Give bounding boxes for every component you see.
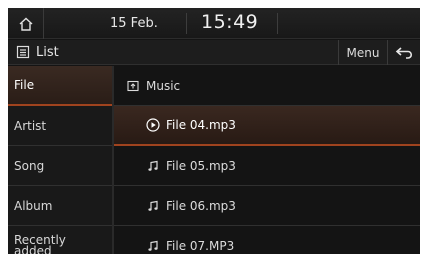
category-label-line2: added: [14, 244, 52, 254]
list-item[interactable]: File 07.MP3: [114, 226, 420, 254]
category-label: Song: [14, 158, 45, 173]
folder-row[interactable]: Music: [114, 66, 420, 106]
category-recently-added[interactable]: Recently added: [8, 226, 112, 254]
category-label: Artist: [14, 118, 47, 133]
infotainment-screen: 15 Feb. 15:49 List Menu File Artist Song: [8, 8, 420, 254]
category-list: File Artist Song Album Recently added: [8, 66, 112, 254]
title-bar: List Menu: [8, 40, 420, 65]
status-bar: 15 Feb. 15:49: [8, 8, 420, 39]
list-item[interactable]: File 04.mp3: [114, 106, 420, 146]
music-note-icon: [146, 199, 160, 213]
back-button[interactable]: [388, 40, 420, 65]
list-icon: [16, 45, 30, 59]
file-list: Music File 04.mp3 File 05.mp3 File 06.mp…: [114, 66, 420, 254]
category-label: Album: [14, 198, 53, 213]
category-artist[interactable]: Artist: [8, 106, 112, 146]
list-item[interactable]: File 05.mp3: [114, 146, 420, 186]
file-name: File 04.mp3: [166, 118, 236, 132]
category-album[interactable]: Album: [8, 186, 112, 226]
home-button[interactable]: [8, 8, 44, 39]
list-item[interactable]: File 06.mp3: [114, 186, 420, 226]
folder-name: Music: [146, 78, 181, 93]
category-song[interactable]: Song: [8, 146, 112, 186]
date-display: 15 Feb.: [110, 16, 158, 31]
page-title: List: [36, 45, 59, 60]
music-note-icon: [146, 239, 160, 253]
divider: [186, 13, 187, 34]
category-label: File: [14, 78, 35, 92]
category-file[interactable]: File: [8, 66, 112, 106]
menu-button[interactable]: Menu: [338, 40, 388, 65]
divider: [277, 13, 278, 34]
home-icon: [19, 17, 32, 31]
file-name: File 06.mp3: [166, 198, 236, 213]
file-name: File 05.mp3: [166, 158, 236, 173]
folder-up-icon: [126, 79, 140, 93]
music-note-icon: [146, 159, 160, 173]
back-arrow-icon: [395, 46, 412, 59]
clock-display: 15:49: [201, 11, 259, 33]
file-name: File 07.MP3: [166, 239, 235, 253]
play-circle-icon: [146, 118, 160, 132]
